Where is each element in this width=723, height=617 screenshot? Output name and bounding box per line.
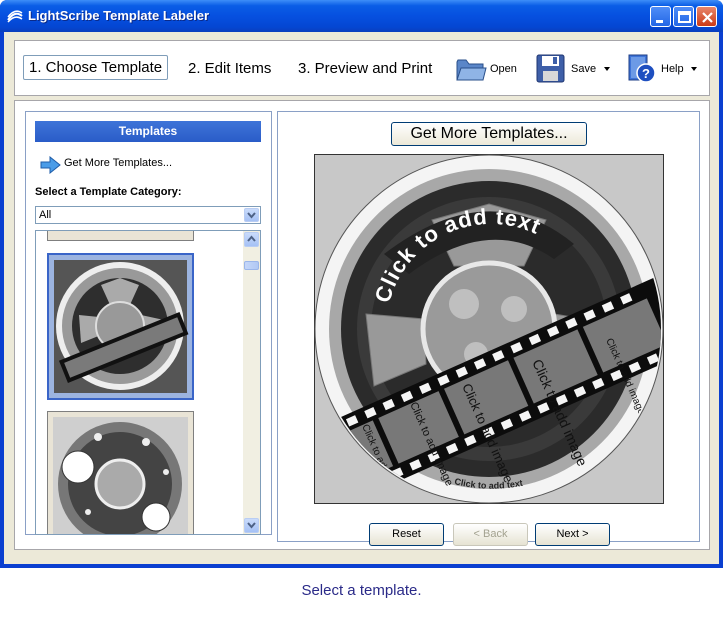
save-disk-icon [536,54,565,83]
template-thumbnail[interactable] [47,231,194,241]
step-choose-template[interactable]: 1. Choose Template [23,55,169,80]
dots-disc-thumbnail [53,417,188,534]
status-message: Select a template. [301,582,422,599]
minimize-button[interactable] [650,6,671,27]
category-select[interactable]: All [35,206,261,224]
next-button[interactable]: Next > [535,523,610,546]
reset-button[interactable]: Reset [369,523,444,546]
disc-preview[interactable]: Click to add image Click to add image Cl… [314,154,664,504]
app-window: LightScribe Template Labeler 1. Choose T… [0,0,723,568]
get-more-templates-label: Get More Templates... [64,157,173,169]
close-icon [702,12,713,23]
minimize-icon [656,20,663,23]
help-button[interactable]: ? Help [626,51,706,87]
save-label: Save [571,63,597,75]
template-thumbnail-selected[interactable] [47,253,194,400]
help-dropdown-icon[interactable] [691,67,699,73]
arrow-right-icon [40,156,61,174]
main-area: Templates Get More Templates... Select a… [14,100,710,550]
help-book-icon: ? [628,54,656,83]
scroll-up-icon[interactable] [244,232,259,247]
save-dropdown-icon[interactable] [604,67,612,73]
lightscribe-logo-icon [7,10,23,23]
film-reel-thumbnail [54,260,189,393]
open-label: Open [490,63,517,75]
step-preview-print[interactable]: 3. Preview and Print [298,60,432,77]
help-label: Help [661,63,684,75]
toolbar: 1. Choose Template 2. Edit Items 3. Prev… [14,40,710,96]
back-button[interactable]: < Back [453,523,528,546]
open-button[interactable]: Open [455,51,525,87]
chevron-down-icon[interactable] [244,208,259,222]
client-area: 1. Choose Template 2. Edit Items 3. Prev… [4,32,719,564]
templates-panel: Templates Get More Templates... Select a… [25,111,272,535]
category-label: Select a Template Category: [35,186,182,198]
template-thumbnail[interactable] [47,411,194,534]
template-list [35,230,261,535]
get-more-templates-button[interactable]: Get More Templates... [391,122,587,146]
templates-header: Templates [35,121,261,142]
template-list-scrollbar[interactable] [243,231,260,534]
preview-panel: Get More Templates... Click to add image… [277,111,700,546]
category-selected-value: All [39,209,52,221]
folder-open-icon [456,59,487,81]
window-title: LightScribe Template Labeler [28,8,210,23]
save-button[interactable]: Save [536,51,616,87]
title-bar[interactable]: LightScribe Template Labeler [0,0,723,32]
close-button[interactable] [696,6,717,27]
step-edit-items[interactable]: 2. Edit Items [188,60,271,77]
maximize-icon [678,11,691,23]
scroll-down-icon[interactable] [244,518,259,533]
svg-text:?: ? [642,66,650,81]
maximize-button[interactable] [673,6,694,27]
scrollbar-thumb[interactable] [244,261,259,270]
